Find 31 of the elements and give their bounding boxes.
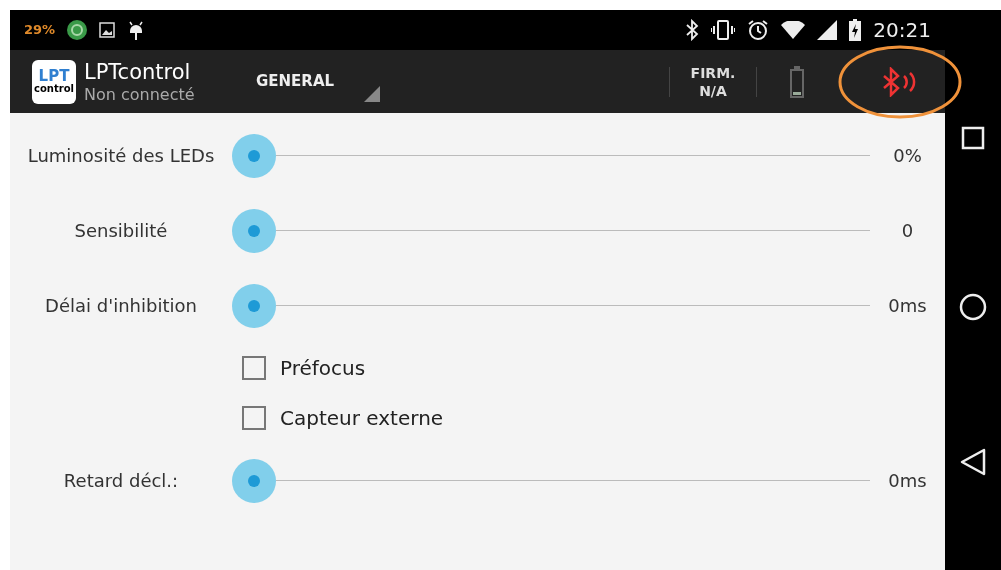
vibrate-icon [711, 20, 736, 40]
home-icon[interactable] [959, 293, 987, 321]
setting-label: Retard décl.: [62, 469, 180, 493]
bluetooth-icon [685, 19, 700, 41]
clock-time: 20:21 [873, 17, 931, 44]
setting-label: Luminosité des LEDs [26, 144, 216, 168]
checkbox-label: Préfocus [280, 355, 366, 382]
recents-icon[interactable] [961, 126, 985, 150]
section-dropdown[interactable]: GENERAL [244, 56, 382, 107]
battery-icon [790, 65, 804, 98]
connection-status: Non connecté [84, 84, 196, 105]
image-icon [99, 22, 116, 38]
app-title: LPTcontrol [84, 58, 192, 85]
dropdown-corner-icon [364, 85, 380, 102]
setting-label: Délai d'inhibition [44, 294, 198, 318]
checkbox-label: Capteur externe [280, 405, 444, 432]
signal-icon [817, 20, 838, 40]
back-icon[interactable] [960, 448, 986, 476]
setting-label: Sensibilité [73, 219, 169, 243]
app-logo: LPT control [32, 59, 76, 104]
wifi-icon [781, 21, 806, 39]
alarm-icon [747, 19, 770, 41]
slider-value: 0ms [887, 294, 928, 318]
slider-value: 0ms [887, 469, 928, 493]
checkbox[interactable] [242, 406, 266, 430]
firmware-button[interactable]: FIRM. N/A [670, 63, 756, 100]
slider-value: 0 [900, 219, 915, 243]
battery-percent: 29% [24, 21, 56, 40]
checkbox[interactable] [242, 356, 266, 380]
battery-charging-icon [849, 19, 862, 41]
slider-value: 0% [892, 144, 923, 168]
